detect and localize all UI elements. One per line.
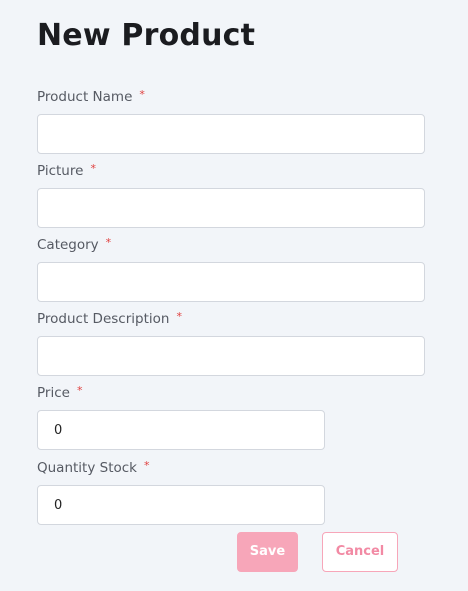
picture-field: Picture *: [37, 162, 437, 228]
price-label: Price *: [37, 384, 83, 401]
required-asterisk: *: [139, 88, 145, 101]
price-field: Price *: [37, 384, 437, 450]
product-description-input[interactable]: [37, 336, 425, 376]
picture-input[interactable]: [37, 188, 425, 228]
product-name-input[interactable]: [37, 114, 425, 154]
price-input[interactable]: [37, 410, 325, 450]
cancel-button[interactable]: Cancel: [322, 532, 398, 572]
required-asterisk: *: [176, 310, 182, 323]
category-field: Category *: [37, 236, 437, 302]
product-description-field: Product Description *: [37, 310, 437, 376]
quantity-stock-label: Quantity Stock *: [37, 459, 150, 476]
required-asterisk: *: [144, 459, 150, 472]
picture-label: Picture *: [37, 162, 96, 179]
page-title: New Product: [37, 18, 256, 53]
quantity-stock-field: Quantity Stock *: [37, 459, 437, 525]
required-asterisk: *: [90, 162, 96, 175]
category-input[interactable]: [37, 262, 425, 302]
category-label: Category *: [37, 236, 112, 253]
required-asterisk: *: [105, 236, 112, 249]
product-description-label: Product Description *: [37, 310, 182, 327]
product-name-field: Product Name *: [37, 88, 437, 154]
product-name-label: Product Name *: [37, 88, 145, 105]
quantity-stock-input[interactable]: [37, 485, 325, 525]
required-asterisk: *: [76, 384, 83, 397]
save-button[interactable]: Save: [237, 532, 298, 572]
